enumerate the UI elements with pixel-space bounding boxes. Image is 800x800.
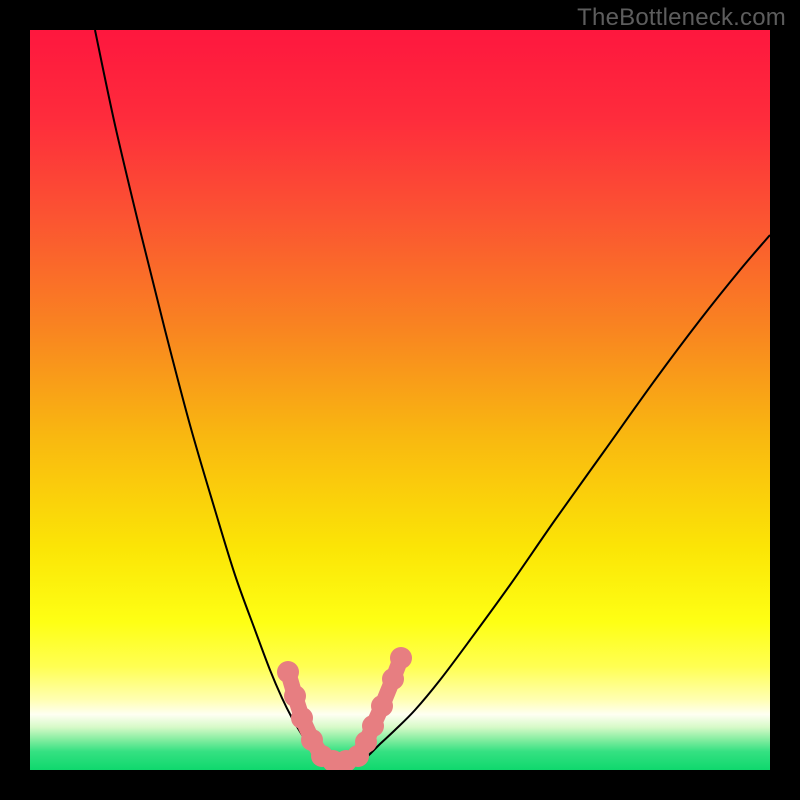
marker-point (371, 695, 393, 717)
marker-point (284, 685, 306, 707)
marker-point (291, 707, 313, 729)
marker-point (362, 715, 384, 737)
bottleneck-chart (30, 30, 770, 770)
plot-area (30, 30, 770, 770)
watermark-text: TheBottleneck.com (577, 4, 786, 32)
marker-point (390, 647, 412, 669)
marker-point (277, 661, 299, 683)
marker-point (382, 668, 404, 690)
outer-frame: TheBottleneck.com (0, 0, 800, 800)
